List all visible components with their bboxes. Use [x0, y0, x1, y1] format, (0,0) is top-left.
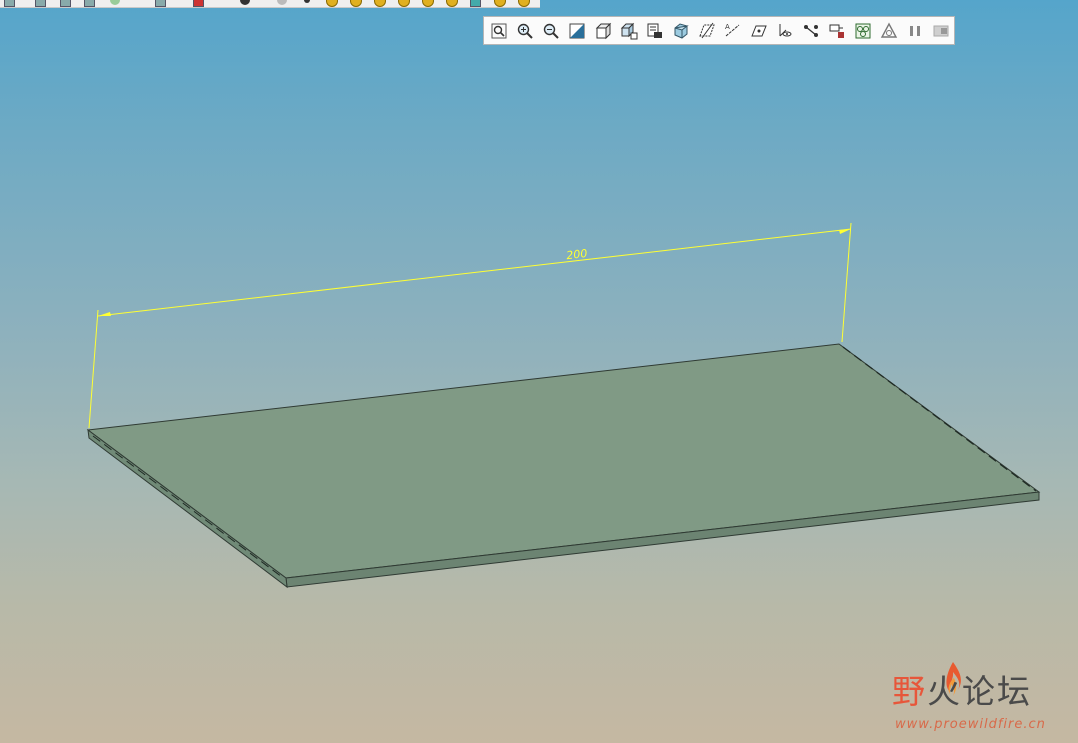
dimension-value[interactable]: 200: [566, 247, 588, 262]
annotations-button[interactable]: [800, 20, 821, 41]
dimension-extension-right: [841, 222, 852, 343]
watermark-title-first: 野: [892, 672, 927, 711]
zoom-out-button[interactable]: [540, 20, 561, 41]
appearance-icon: [880, 22, 897, 38]
zoom-out-icon: [543, 23, 559, 39]
model-tree-icon: [855, 23, 870, 38]
display-style-button[interactable]: [670, 20, 691, 41]
refit-icon: [491, 23, 506, 38]
dimension-line[interactable]: [97, 228, 852, 317]
display-style-icon: [674, 22, 689, 39]
watermark-url: www.proewildfire.cn: [895, 717, 1046, 732]
spin-center-icon: [829, 24, 844, 38]
orient-button[interactable]: [592, 20, 613, 41]
saved-views-icon: [620, 22, 637, 39]
zoom-in-icon: [517, 23, 533, 39]
appearance-button[interactable]: [878, 20, 899, 41]
refit-button[interactable]: [488, 20, 509, 41]
datum-points-icon: [750, 25, 767, 36]
layers-icon: [647, 23, 662, 38]
repaint-button[interactable]: [566, 20, 587, 41]
layers-button[interactable]: [644, 20, 665, 41]
coordinate-systems-icon: [779, 23, 791, 36]
orient-icon: [595, 22, 611, 39]
dimension-extension-left: [88, 309, 99, 429]
spin-center-button[interactable]: [826, 20, 847, 41]
pause-icon: [909, 25, 920, 36]
saved-views-button[interactable]: [618, 20, 639, 41]
view-toolbar: A: [483, 16, 955, 45]
annotations-icon: [803, 24, 818, 37]
forum-watermark: 野火论坛 www.proewildfire.cn: [890, 660, 1070, 740]
svg-text:A: A: [725, 23, 730, 31]
pause-button[interactable]: [904, 20, 925, 41]
datum-axes-icon: A: [725, 23, 739, 36]
disabled-command-icon: [933, 25, 948, 36]
disabled-command-button[interactable]: [930, 20, 951, 41]
watermark-title: 野火论坛: [892, 674, 1032, 710]
datum-planes-button[interactable]: [696, 20, 717, 41]
datum-axes-button[interactable]: A: [722, 20, 743, 41]
model-tree-button[interactable]: [852, 20, 873, 41]
dimension-arrow-left: [98, 312, 111, 316]
zoom-in-button[interactable]: [514, 20, 535, 41]
repaint-icon: [569, 23, 584, 38]
watermark-title-rest: 火论坛: [927, 672, 1032, 711]
datum-planes-icon: [698, 22, 715, 38]
graphics-viewport[interactable]: 200: [0, 0, 1078, 743]
coordinate-systems-button[interactable]: [774, 20, 795, 41]
datum-points-button[interactable]: [748, 20, 769, 41]
